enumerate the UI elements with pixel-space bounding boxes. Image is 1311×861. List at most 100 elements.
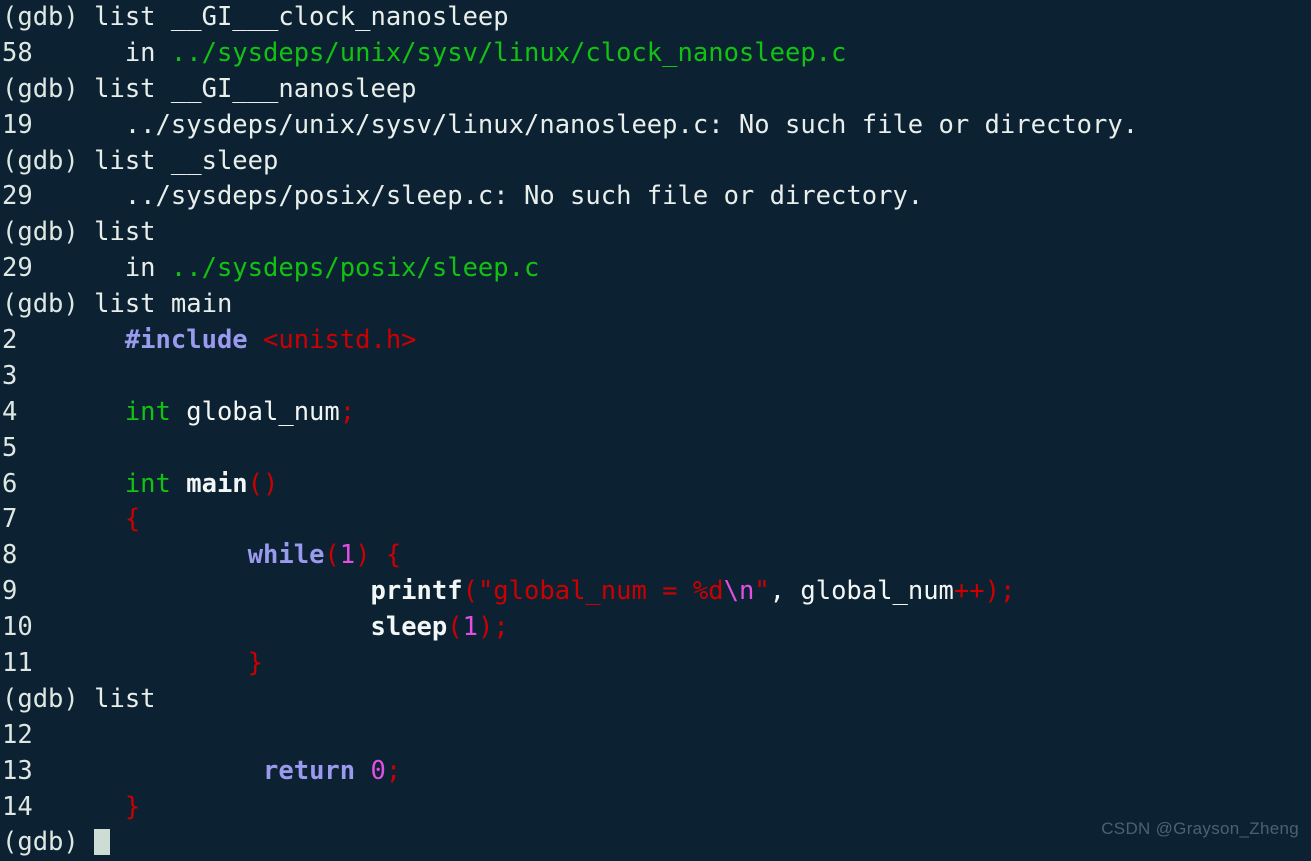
terminal-span: ;: [339, 396, 356, 427]
terminal-line: 6 int main(): [2, 467, 1311, 503]
terminal-line: 11 }: [2, 646, 1311, 682]
terminal-span: 13: [2, 755, 33, 786]
terminal-span: list main: [94, 289, 233, 320]
terminal-span: return: [263, 755, 356, 786]
terminal-span: }: [124, 791, 141, 822]
terminal-span: , global_num: [769, 576, 954, 607]
terminal-span: int: [124, 468, 171, 499]
terminal-span: 6: [2, 468, 18, 499]
terminal-span: 4: [2, 396, 18, 427]
terminal-window[interactable]: (gdb) list __GI___clock_nanosleep 58 in .…: [0, 0, 1311, 861]
terminal-line: 29 in ../sysdeps/posix/sleep.c: [2, 251, 1311, 287]
terminal-span: ": [754, 576, 770, 607]
terminal-span: (gdb): [2, 289, 95, 320]
terminal-span: (gdb): [2, 217, 95, 248]
terminal-span: [371, 540, 386, 570]
text-cursor[interactable]: [94, 829, 111, 856]
terminal-span: 2: [2, 325, 18, 356]
terminal-span: in: [32, 37, 171, 68]
terminal-span: ../sysdeps/unix/sysv/linux/clock_nanosle…: [170, 37, 847, 68]
terminal-line: (gdb) list __sleep: [2, 144, 1311, 180]
terminal-line: 58 in ../sysdeps/unix/sysv/linux/clock_n…: [2, 36, 1311, 72]
terminal-span: [17, 576, 370, 606]
terminal-line: 5: [2, 431, 1311, 467]
terminal-span: [33, 792, 125, 822]
terminal-line: 12: [2, 718, 1311, 754]
terminal-span: ++);: [953, 576, 1016, 607]
terminal-line: 13 return 0;: [2, 754, 1311, 790]
terminal-span: }: [247, 648, 264, 679]
terminal-span: 8: [2, 540, 18, 571]
terminal-span: 3: [2, 360, 18, 391]
terminal-span: 12: [2, 719, 33, 750]
terminal-span: global_num: [170, 396, 340, 427]
terminal-span: 19: [2, 109, 33, 140]
terminal-line: (gdb) list __GI___clock_nanosleep: [2, 0, 1311, 36]
terminal-span: "global_num = %d: [477, 576, 724, 607]
terminal-span: 29: [2, 181, 33, 212]
terminal-span: int: [124, 396, 171, 427]
terminal-span: [17, 325, 124, 355]
terminal-span: [33, 612, 371, 642]
terminal-span: \n: [723, 576, 755, 607]
terminal-span: #include: [124, 325, 248, 356]
terminal-line: 29 ../sysdeps/posix/sleep.c: No such fil…: [2, 179, 1311, 215]
terminal-span: main: [186, 468, 248, 499]
terminal-span: 1: [339, 540, 356, 571]
terminal-span: [17, 469, 124, 499]
terminal-span: ../sysdeps/posix/sleep.c: No such file o…: [32, 181, 924, 212]
terminal-span: list: [94, 217, 156, 248]
terminal-span: (gdb): [2, 2, 95, 32]
terminal-span: 7: [2, 504, 18, 535]
terminal-span: [17, 397, 124, 427]
terminal-span: ../sysdeps/posix/sleep.c: [170, 253, 540, 284]
terminal-line: 14 }: [2, 790, 1311, 826]
terminal-line: (gdb) list: [2, 215, 1311, 251]
terminal-line: 4 int global_num;: [2, 395, 1311, 431]
terminal-span: {: [385, 540, 402, 571]
terminal-span: (: [447, 612, 463, 643]
terminal-span: );: [477, 612, 509, 643]
terminal-span: list __GI___clock_nanosleep: [94, 2, 509, 32]
terminal-span: [171, 469, 186, 499]
terminal-line: (gdb) list main: [2, 287, 1311, 323]
terminal-span: list __GI___nanosleep: [94, 73, 417, 104]
terminal-span: (gdb): [2, 73, 95, 104]
terminal-span: [33, 648, 248, 678]
terminal-span: (: [462, 576, 478, 607]
terminal-span: 11: [2, 648, 33, 679]
terminal-span: ): [355, 540, 371, 571]
terminal-span: 58: [2, 37, 33, 68]
terminal-span: {: [124, 504, 141, 535]
terminal-line: (gdb) list __GI___nanosleep: [2, 72, 1311, 108]
terminal-span: (gdb): [2, 827, 95, 858]
terminal-span: printf: [370, 576, 463, 607]
terminal-span: ../sysdeps/unix/sysv/linux/nanosleep.c: …: [32, 109, 1139, 140]
terminal-line: (gdb) list: [2, 682, 1311, 718]
terminal-line: 19 ../sysdeps/unix/sysv/linux/nanosleep.…: [2, 108, 1311, 144]
terminal-span: (gdb): [2, 683, 95, 714]
terminal-span: 29: [2, 253, 33, 284]
terminal-line: 10 sleep(1);: [2, 610, 1311, 646]
terminal-span: ;: [385, 755, 402, 786]
terminal-span: [17, 540, 247, 570]
terminal-span: 14: [2, 791, 33, 822]
terminal-span: [355, 756, 370, 786]
terminal-span: <unistd.h>: [263, 325, 417, 356]
terminal-line: (gdb): [2, 825, 1311, 861]
terminal-span: list: [94, 683, 156, 714]
terminal-span: (): [247, 468, 279, 499]
terminal-line: 8 while(1) {: [2, 538, 1311, 574]
terminal-screen[interactable]: (gdb) list __GI___clock_nanosleep 58 in .…: [2, 0, 1311, 861]
terminal-span: [33, 756, 263, 786]
terminal-line: 7 {: [2, 502, 1311, 538]
terminal-span: sleep: [370, 612, 448, 643]
terminal-span: 9: [2, 576, 18, 607]
terminal-span: 10: [2, 612, 33, 643]
terminal-span: (gdb): [2, 145, 95, 176]
terminal-span: list __sleep: [94, 145, 279, 176]
terminal-line: 2 #include <unistd.h>: [2, 323, 1311, 359]
terminal-span: 5: [2, 432, 18, 463]
terminal-span: while: [247, 540, 325, 571]
terminal-line: 9 printf("global_num = %d\n", global_num…: [2, 574, 1311, 610]
